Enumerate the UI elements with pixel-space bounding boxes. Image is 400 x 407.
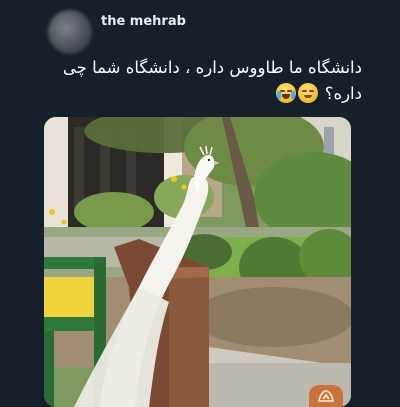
- username[interactable]: the mehrab: [101, 14, 186, 29]
- tweet-text: دانشگاه ما طاووس داره ، دانشگاه شما چی د…: [42, 55, 362, 107]
- crying-laughing-emoji: [276, 83, 297, 103]
- watermark-logo-icon: [309, 385, 343, 407]
- tweet-header: the mehrab: [48, 6, 388, 56]
- pensive-face-emoji: [298, 83, 319, 103]
- white-peacock-photo: [44, 117, 351, 407]
- tweet-photo[interactable]: [44, 117, 351, 407]
- avatar[interactable]: [48, 10, 92, 54]
